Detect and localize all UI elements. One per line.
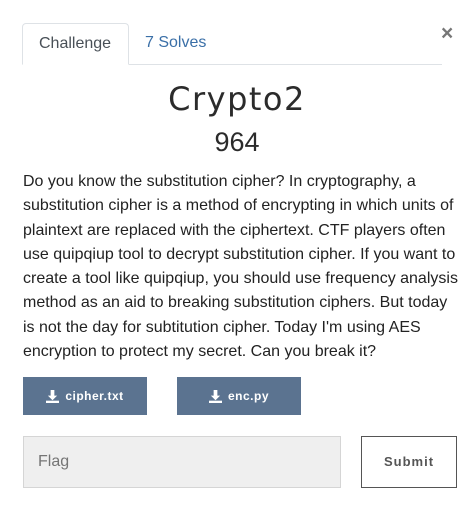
download-icon [46,389,60,403]
challenge-name: Crypto2 [168,80,306,118]
tab-challenge[interactable]: Challenge [22,23,129,65]
tab-solves[interactable]: 7 Solves [129,23,222,65]
flag-input[interactable] [23,436,341,488]
challenge-tabs: Challenge 7 Solves [22,23,442,65]
submit-button[interactable]: Submit [361,436,457,488]
file-label: cipher.txt [65,389,124,403]
challenge-points: 964 [214,127,260,157]
challenge-description: Do you know the substitution cipher? In … [23,173,458,361]
close-icon[interactable]: × [441,23,453,44]
download-enc-button[interactable]: enc.py [177,377,301,415]
download-cipher-button[interactable]: cipher.txt [23,377,147,415]
file-label: enc.py [227,389,269,403]
download-icon [208,389,222,403]
